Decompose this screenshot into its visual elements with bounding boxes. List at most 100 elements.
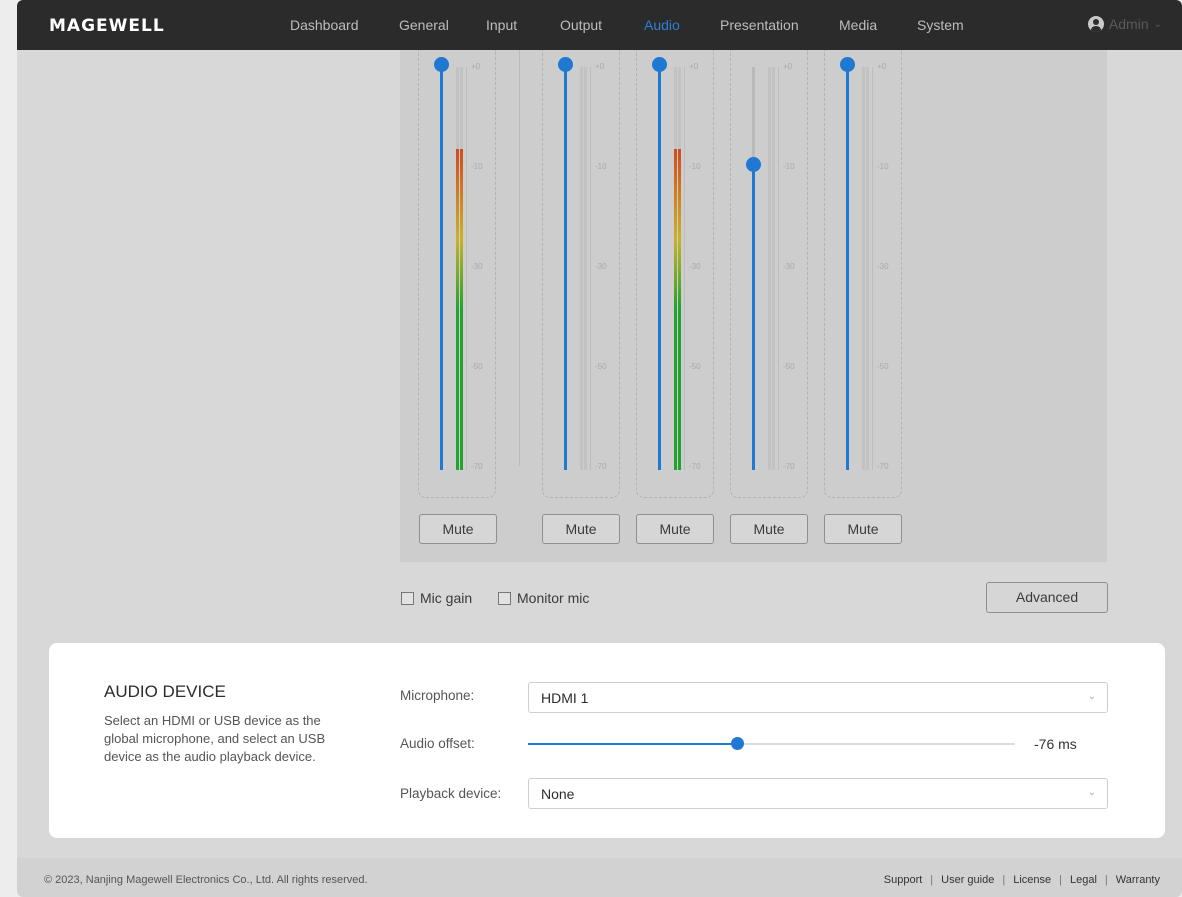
level-meter-track xyxy=(866,67,869,470)
footer-link-legal[interactable]: Legal xyxy=(1070,874,1097,886)
nav-system[interactable]: System xyxy=(917,17,964,33)
db-scale-line xyxy=(590,67,591,470)
level-meter-bar xyxy=(456,149,459,470)
footer-separator: | xyxy=(1059,874,1062,886)
footer-link-user-guide[interactable]: User guide xyxy=(941,874,994,886)
mute-button[interactable]: Mute xyxy=(419,514,497,544)
nav-general[interactable]: General xyxy=(399,17,449,33)
level-meter-bar xyxy=(674,149,677,470)
monitor-mic-checkbox[interactable]: Monitor mic xyxy=(498,590,589,606)
db-scale-label: -70 xyxy=(471,462,483,471)
audio-device-description: Select an HDMI or USB device as the glob… xyxy=(104,713,326,764)
db-scale-label: -70 xyxy=(783,462,795,471)
footer-separator: | xyxy=(1104,874,1108,886)
chevron-down-icon: ⌄ xyxy=(1153,18,1162,30)
microphone-select[interactable]: HDMI 1 ⌄ xyxy=(528,682,1108,713)
magewell-logo[interactable]: MAGEWELL xyxy=(49,16,165,36)
footer-link-license[interactable]: License xyxy=(1013,874,1051,886)
mic-gain-checkbox-box[interactable] xyxy=(401,591,414,605)
user-icon xyxy=(1087,16,1104,32)
audio-channel-strip: +0 -10 -30 -50 -70 xyxy=(730,50,808,498)
db-scale-label: -70 xyxy=(595,462,607,471)
advanced-button[interactable]: Advanced xyxy=(986,582,1108,613)
audio-device-title: AUDIO DEVICE xyxy=(104,682,226,701)
level-meter-track xyxy=(768,67,771,470)
mixer-divider xyxy=(519,50,520,466)
mute-button[interactable]: Mute xyxy=(636,514,714,544)
db-scale-label: -50 xyxy=(689,362,701,371)
volume-fader-handle[interactable] xyxy=(434,57,449,74)
db-scale-label: -70 xyxy=(877,462,889,471)
footer-link-support[interactable]: Support xyxy=(884,874,923,886)
audio-channel-strip: +0 -10 -30 -50 -70 xyxy=(418,50,496,498)
db-scale-label: -10 xyxy=(783,162,795,171)
level-meter-track xyxy=(584,67,587,470)
footer-link-warranty[interactable]: Warranty xyxy=(1116,874,1160,886)
microphone-value: HDMI 1 xyxy=(541,690,589,706)
db-scale-label: -10 xyxy=(471,162,483,171)
db-scale-label: -50 xyxy=(595,362,607,371)
level-meter-track xyxy=(580,67,583,470)
db-scale-label: -30 xyxy=(689,262,701,271)
db-scale-line xyxy=(466,67,467,470)
volume-fader-handle[interactable] xyxy=(840,57,855,74)
db-scale-label: +0 xyxy=(689,62,699,71)
nav-audio[interactable]: Audio xyxy=(644,17,680,33)
audio-offset-value: -76 ms xyxy=(1034,736,1077,752)
db-scale-label: -10 xyxy=(877,162,889,171)
chevron-down-icon: ⌄ xyxy=(1087,691,1096,702)
db-scale-label: +0 xyxy=(471,62,481,71)
copyright-text: © 2023, Nanjing Magewell Electronics Co.… xyxy=(44,874,368,886)
user-menu[interactable]: Admin ⌄ xyxy=(1087,16,1162,32)
footer-links: Support | User guide | License | Legal |… xyxy=(884,874,1160,886)
db-scale-label: -50 xyxy=(877,362,889,371)
chevron-down-icon: ⌄ xyxy=(1087,787,1096,798)
footer: © 2023, Nanjing Magewell Electronics Co.… xyxy=(17,858,1182,897)
volume-fader-fill xyxy=(440,67,443,470)
db-scale-label: +0 xyxy=(595,62,605,71)
db-scale-label: +0 xyxy=(783,62,793,71)
volume-fader-handle[interactable] xyxy=(746,157,761,174)
mic-gain-label: Mic gain xyxy=(420,590,473,606)
volume-fader-handle[interactable] xyxy=(558,57,573,74)
audio-channel-strip: +0 -10 -30 -50 -70 xyxy=(824,50,902,498)
level-meter-track xyxy=(862,67,865,470)
db-scale-label: -30 xyxy=(783,262,795,271)
monitor-mic-label: Monitor mic xyxy=(517,590,590,606)
microphone-label: Microphone: xyxy=(400,688,475,703)
nav-media[interactable]: Media xyxy=(839,17,877,33)
db-scale-label: -70 xyxy=(689,462,701,471)
audio-device-card: AUDIO DEVICE Select an HDMI or USB devic… xyxy=(49,643,1165,838)
volume-fader-handle[interactable] xyxy=(652,57,667,74)
nav-output[interactable]: Output xyxy=(560,17,602,33)
mute-button[interactable]: Mute xyxy=(730,514,808,544)
audio-offset-label: Audio offset: xyxy=(400,736,475,751)
db-scale-label: -30 xyxy=(877,262,889,271)
db-scale-label: -30 xyxy=(471,262,483,271)
mute-button[interactable]: Mute xyxy=(542,514,620,544)
volume-fader-fill xyxy=(564,67,567,470)
nav-input[interactable]: Input xyxy=(486,17,517,33)
db-scale-label: +0 xyxy=(877,62,887,71)
audio-offset-slider-handle[interactable] xyxy=(731,737,745,750)
volume-fader-fill xyxy=(846,67,849,470)
volume-fader-fill xyxy=(658,67,661,470)
nav-dashboard[interactable]: Dashboard xyxy=(290,17,359,33)
level-meter-track xyxy=(772,67,775,470)
level-meter-bar xyxy=(678,149,681,470)
db-scale-label: -50 xyxy=(471,362,483,371)
nav-presentation[interactable]: Presentation xyxy=(720,17,799,33)
playback-device-select[interactable]: None ⌄ xyxy=(528,778,1108,809)
db-scale-label: -50 xyxy=(783,362,795,371)
mute-button[interactable]: Mute xyxy=(824,514,902,544)
footer-separator: | xyxy=(930,874,934,886)
user-name: Admin xyxy=(1108,16,1149,32)
db-scale-line xyxy=(872,67,873,470)
mic-gain-checkbox[interactable]: Mic gain xyxy=(401,590,472,606)
top-navigation-bar: MAGEWELL Dashboard General Input Output … xyxy=(17,0,1182,50)
level-meter-bar xyxy=(460,149,463,470)
playback-device-value: None xyxy=(541,786,575,802)
audio-channel-strip: +0 -10 -30 -50 -70 xyxy=(542,50,620,498)
monitor-mic-checkbox-box[interactable] xyxy=(498,591,511,605)
playback-device-label: Playback device: xyxy=(400,786,502,801)
